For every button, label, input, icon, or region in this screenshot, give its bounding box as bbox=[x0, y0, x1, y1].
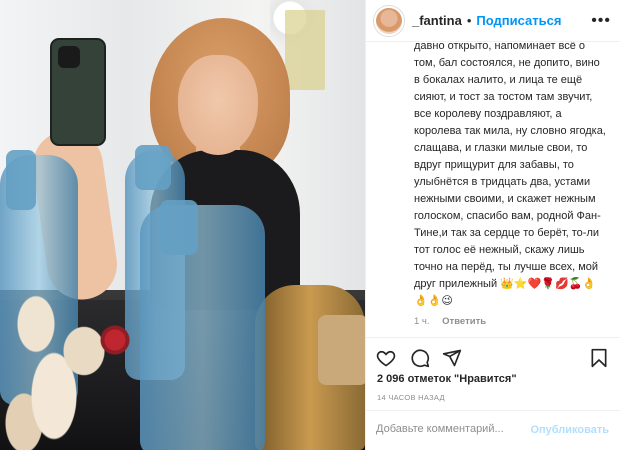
post-photo[interactable] bbox=[0, 0, 365, 450]
share-icon[interactable] bbox=[442, 348, 462, 368]
heart-icon[interactable] bbox=[376, 348, 396, 368]
publish-button[interactable]: Опубликовать bbox=[530, 424, 609, 436]
post-header: _fantina • Подписаться ••• bbox=[366, 0, 620, 42]
glass-bottle bbox=[140, 205, 265, 450]
add-comment-bar: Опубликовать bbox=[366, 410, 620, 450]
time-ago: 1 ч. bbox=[414, 316, 430, 327]
red-flowers bbox=[95, 325, 135, 355]
bottle-neck bbox=[6, 150, 36, 210]
reply-button[interactable]: Ответить bbox=[442, 316, 486, 327]
caption-area: давно открыто, напоминает всё о том, бал… bbox=[366, 42, 620, 337]
cup bbox=[318, 315, 365, 385]
phone-in-hand bbox=[50, 38, 106, 146]
comment-meta: 1 ч. Ответить bbox=[414, 316, 496, 327]
bottle-neck bbox=[160, 200, 198, 255]
caption-text: давно открыто, напоминает всё о том, бал… bbox=[414, 42, 606, 307]
bookmark-icon[interactable] bbox=[589, 348, 609, 368]
bottle-neck bbox=[135, 145, 171, 190]
likes-count[interactable]: 2 096 отметок "Нравится" bbox=[377, 373, 517, 385]
post-timestamp: 14 ЧАСОВ НАЗАД bbox=[377, 393, 445, 402]
woman-face bbox=[178, 55, 258, 155]
comment-icon[interactable] bbox=[410, 348, 430, 368]
header-separator: • bbox=[466, 13, 472, 28]
username[interactable]: _fantina bbox=[412, 13, 462, 28]
studio-panel bbox=[285, 10, 325, 90]
comment-input[interactable] bbox=[376, 423, 526, 435]
pampas-grass bbox=[0, 270, 120, 450]
more-options-icon[interactable]: ••• bbox=[591, 12, 611, 30]
post-sidebar: _fantina • Подписаться ••• давно открыто… bbox=[365, 0, 620, 450]
action-bar bbox=[366, 337, 620, 377]
avatar[interactable] bbox=[374, 5, 404, 36]
follow-button[interactable]: Подписаться bbox=[476, 13, 561, 28]
phone-camera bbox=[58, 46, 80, 68]
